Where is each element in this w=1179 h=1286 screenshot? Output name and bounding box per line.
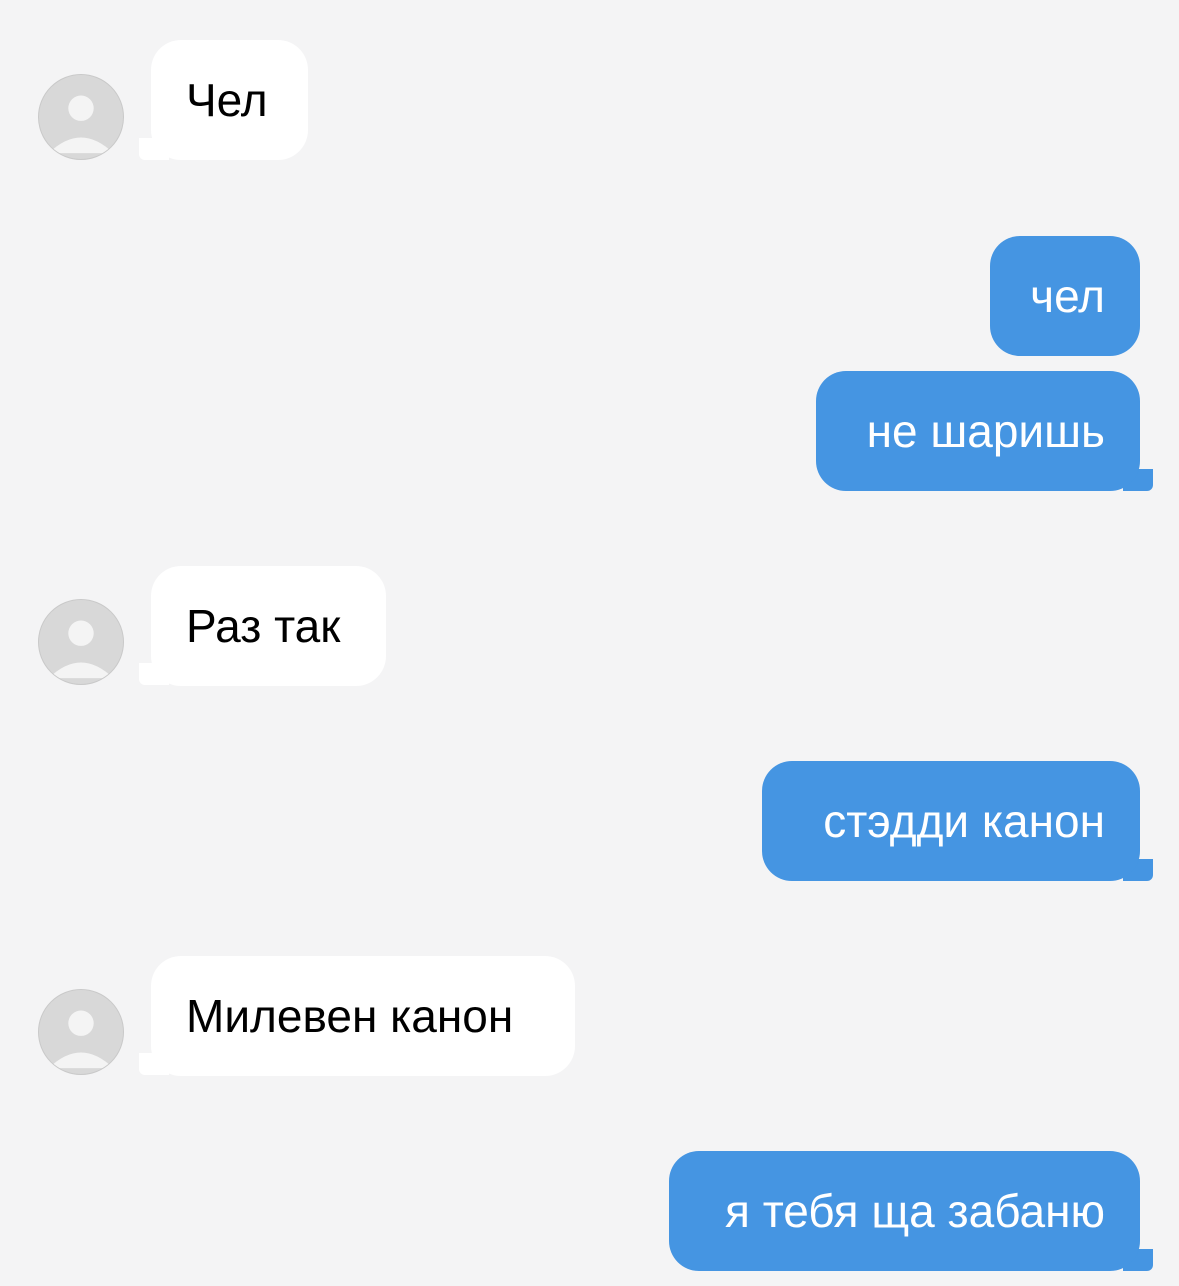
- message-text: чел: [1030, 270, 1105, 322]
- incoming-message-bubble[interactable]: Милевен канон: [151, 956, 575, 1076]
- default-avatar-icon[interactable]: [38, 599, 124, 685]
- message-text: Раз так: [186, 600, 341, 652]
- message-text: я тебя ща забаню: [725, 1185, 1105, 1237]
- incoming-message-bubble[interactable]: Чел: [151, 40, 308, 160]
- outgoing-message-bubble[interactable]: не шаришь: [816, 371, 1140, 491]
- message-text: Милевен канон: [186, 990, 514, 1042]
- default-avatar-icon[interactable]: [38, 989, 124, 1075]
- outgoing-message-bubble[interactable]: стэдди канон: [762, 761, 1140, 881]
- message-text: Чел: [186, 74, 268, 126]
- incoming-message-bubble[interactable]: Раз так: [151, 566, 386, 686]
- outgoing-message-bubble[interactable]: я тебя ща забаню: [669, 1151, 1140, 1271]
- message-text: не шаришь: [866, 405, 1105, 457]
- default-avatar-icon[interactable]: [38, 74, 124, 160]
- outgoing-message-bubble[interactable]: чел: [990, 236, 1140, 356]
- message-text: стэдди канон: [823, 795, 1105, 847]
